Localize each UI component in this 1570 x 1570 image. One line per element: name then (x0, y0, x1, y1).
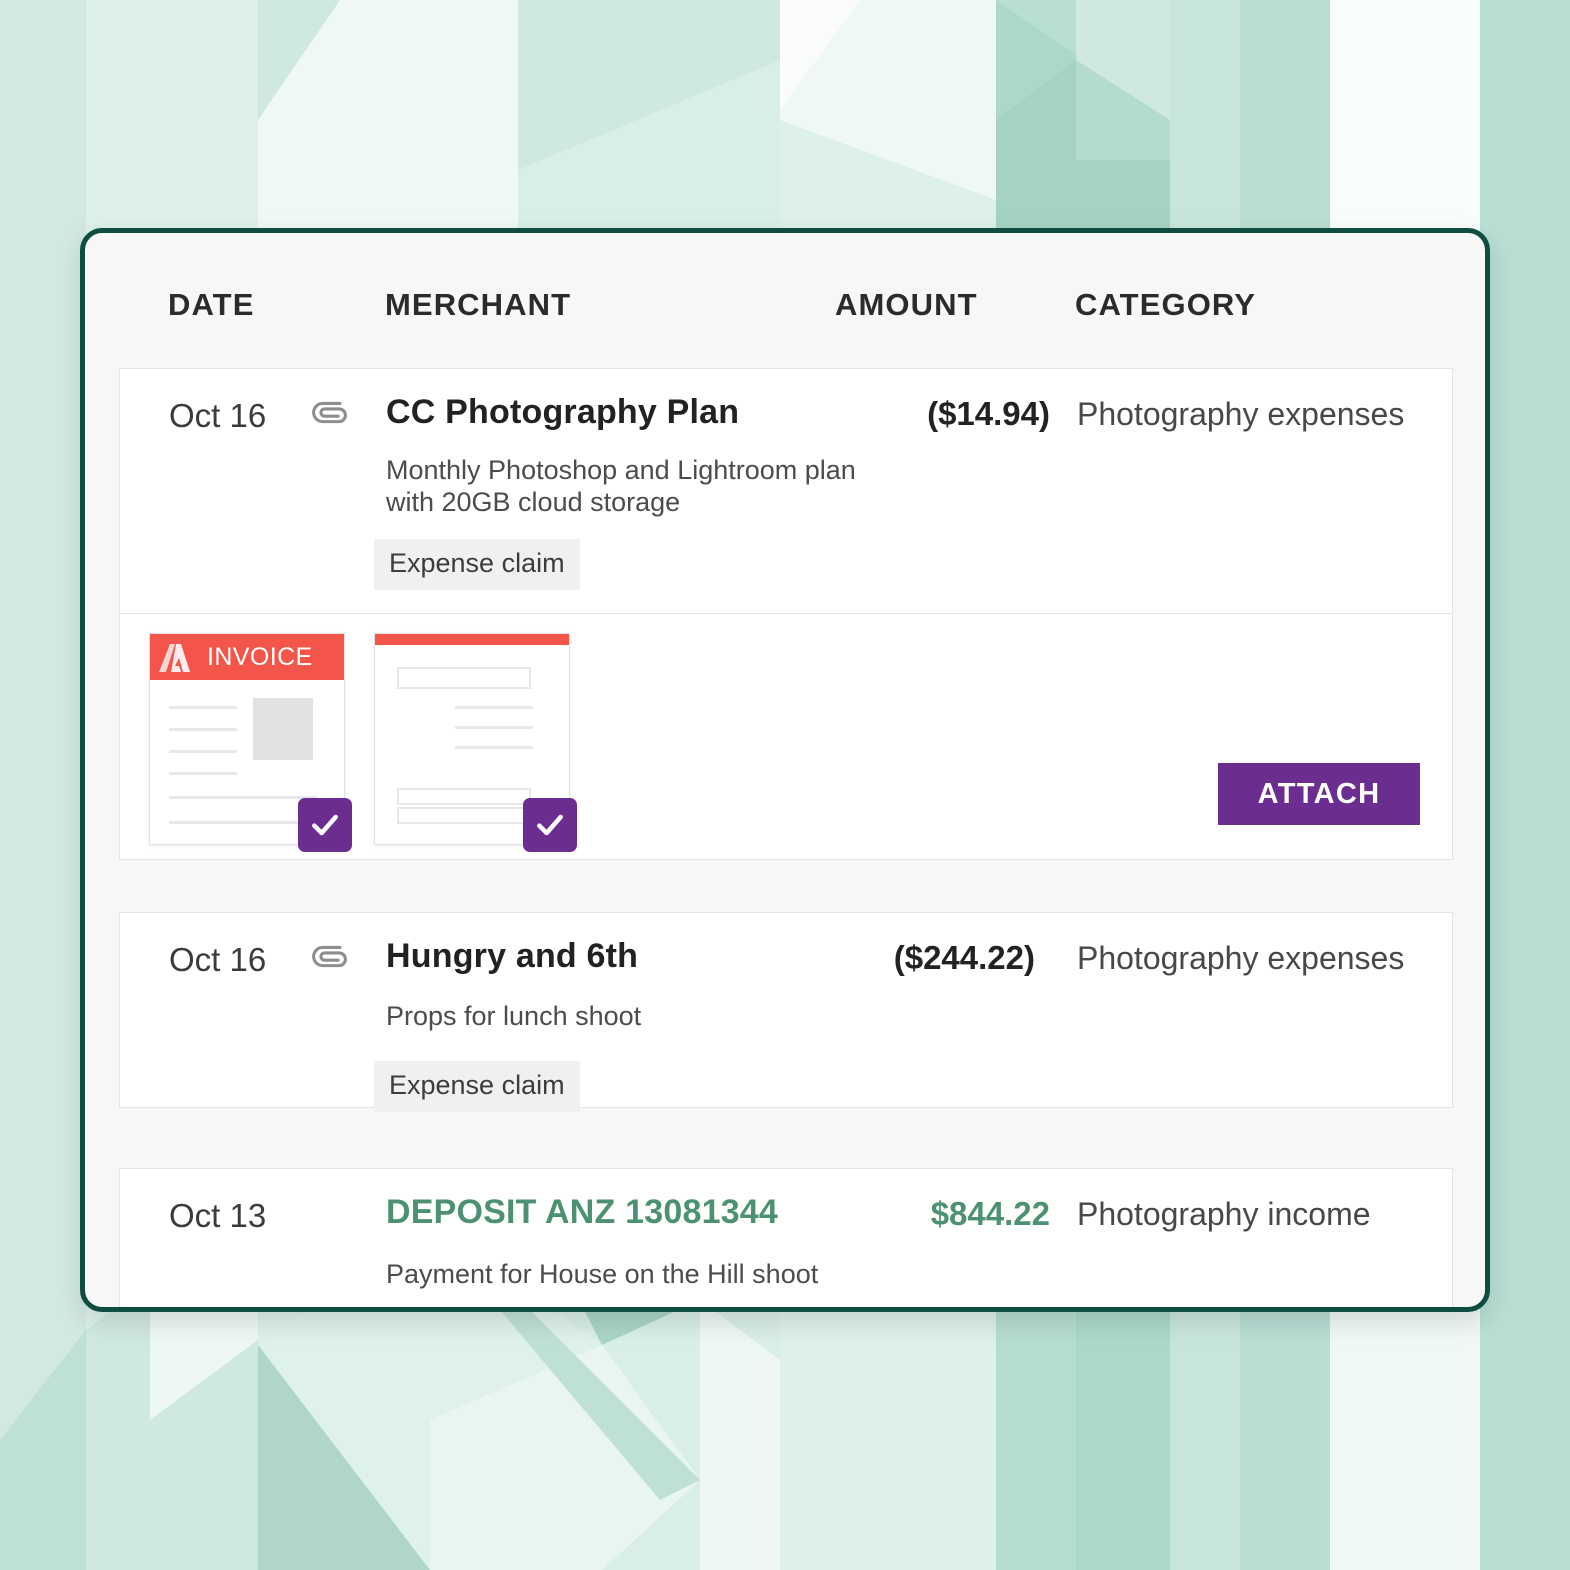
doc-image-block (253, 698, 313, 760)
transaction-date: Oct 16 (169, 397, 267, 434)
merchant-name: Hungry and 6th (386, 937, 639, 975)
check-icon (312, 814, 338, 836)
doc-line (455, 706, 533, 709)
doc-box (397, 807, 531, 824)
transaction-description: Props for lunch shoot (386, 1001, 642, 1031)
column-header-date: DATE (168, 287, 255, 322)
attachments-panel: INVOICE ATTACH (119, 613, 1453, 860)
attach-button[interactable]: ATTACH (1218, 763, 1420, 825)
invoice-header-bar: INVOICE (150, 634, 344, 680)
transaction-amount: ($244.22) (893, 939, 1035, 976)
doc-line (169, 821, 317, 824)
doc-box (397, 788, 531, 805)
table-row[interactable]: Oct 16 Hungry and 6th ($244.22) Photogra… (119, 912, 1453, 1112)
transactions-card: DATE MERCHANT AMOUNT CATEGORY Oct 16 CC … (80, 228, 1490, 1312)
doc-line (169, 728, 237, 731)
adobe-logo-icon (159, 643, 190, 672)
column-header-category: CATEGORY (1075, 287, 1257, 322)
status-badge: Expense claim (374, 539, 580, 590)
transaction-category: Photography income (1077, 1196, 1371, 1232)
paperclip-icon (310, 942, 350, 972)
doc-line (169, 706, 237, 709)
doc-line (169, 750, 237, 753)
invoice-label: INVOICE (207, 642, 313, 671)
transaction-category: Photography expenses (1077, 396, 1405, 432)
merchant-name: DEPOSIT ANZ 13081344 (386, 1193, 779, 1231)
transaction-description: Monthly Photoshop and Lightroom plan wit… (386, 455, 856, 517)
doc-line (169, 772, 237, 775)
doc-line (455, 746, 533, 749)
status-badge: Expense claim (374, 1061, 580, 1112)
transaction-amount: ($14.94) (927, 395, 1050, 432)
table-row[interactable]: Oct 16 CC Photography Plan ($14.94) Phot… (119, 368, 1453, 613)
column-header-merchant: MERCHANT (385, 287, 572, 322)
transaction-date: Oct 16 (169, 941, 267, 978)
column-header-amount: AMOUNT (835, 287, 978, 322)
transaction-category: Photography expenses (1077, 940, 1405, 976)
transaction-amount: $844.22 (930, 1195, 1050, 1232)
check-icon (537, 814, 563, 836)
doc-line (169, 796, 317, 799)
paperclip-icon (310, 398, 350, 428)
attachment-selected-badge[interactable] (523, 798, 577, 852)
merchant-name: CC Photography Plan (386, 393, 740, 431)
attachment-selected-badge[interactable] (298, 798, 352, 852)
transaction-date: Oct 13 (169, 1197, 267, 1234)
document-header-bar (375, 634, 569, 645)
doc-box (397, 667, 531, 689)
attachment-thumbnail-invoice[interactable]: INVOICE (149, 633, 352, 852)
doc-line (455, 726, 533, 729)
table-header: DATE MERCHANT AMOUNT CATEGORY (85, 233, 1485, 365)
table-row[interactable]: Oct 13 DEPOSIT ANZ 13081344 $844.22 Phot… (119, 1168, 1453, 1307)
transaction-description: Payment for House on the Hill shoot (386, 1259, 819, 1289)
attachment-thumbnail-document[interactable] (374, 633, 577, 852)
